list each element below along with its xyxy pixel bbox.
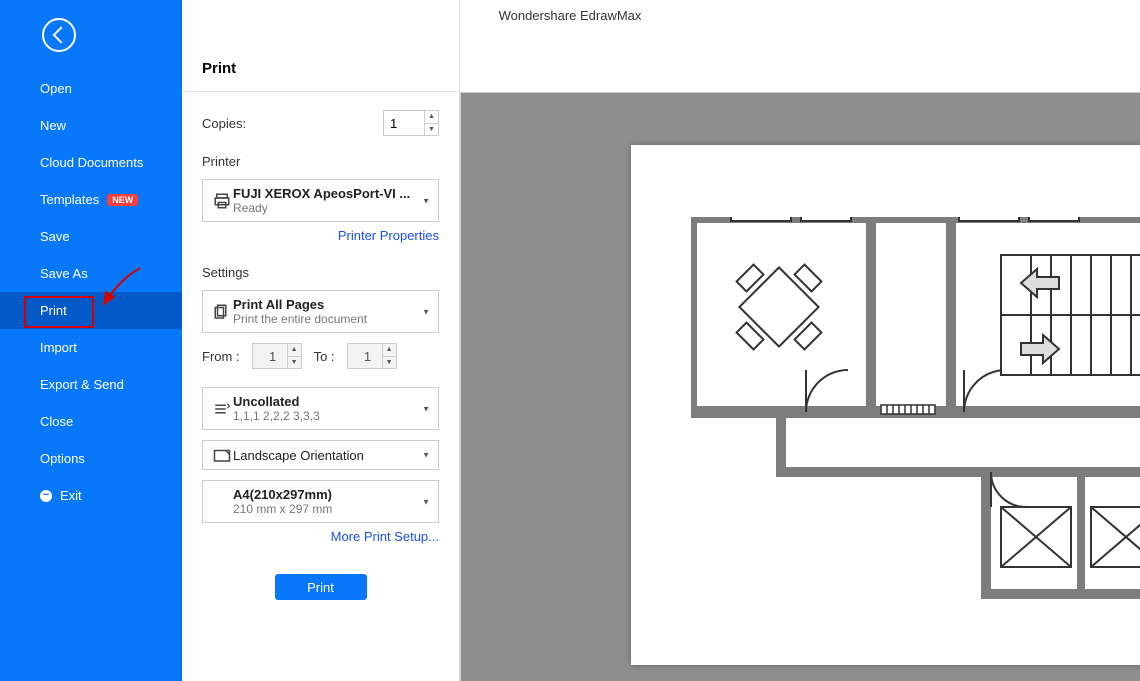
pages-icon xyxy=(211,303,233,321)
sidebar-item-exit[interactable]: −Exit xyxy=(0,477,182,514)
label: New xyxy=(40,118,66,133)
label: Print xyxy=(40,303,67,318)
from-input xyxy=(253,344,287,368)
printer-select[interactable]: FUJI XEROX ApeosPort-VI ... Ready ▼ xyxy=(202,179,439,222)
label: Open xyxy=(40,81,72,96)
pages-title: Print All Pages xyxy=(233,297,430,312)
from-label: From : xyxy=(202,349,240,364)
chevron-down-icon: ▼ xyxy=(422,451,430,460)
orientation-value: Landscape Orientation xyxy=(233,448,430,463)
sidebar-item-print[interactable]: Print xyxy=(0,292,182,329)
sidebar-item-save[interactable]: Save xyxy=(0,218,182,255)
label: Exit xyxy=(60,488,82,503)
print-pages-select[interactable]: Print All Pages Print the entire documen… xyxy=(202,290,439,333)
panel-header: Print xyxy=(182,0,459,92)
label: Save As xyxy=(40,266,88,281)
paper-title: A4(210x297mm) xyxy=(233,487,430,502)
exit-icon: − xyxy=(40,490,52,502)
back-button[interactable] xyxy=(42,18,76,52)
pages-sub: Print the entire document xyxy=(233,312,430,326)
copies-input[interactable] xyxy=(384,111,424,135)
copies-label: Copies: xyxy=(202,116,246,131)
chevron-down-icon: ▼ xyxy=(422,497,430,506)
orientation-select[interactable]: Landscape Orientation ▼ xyxy=(202,440,439,470)
orientation-icon xyxy=(211,447,233,463)
more-print-setup-link[interactable]: More Print Setup... xyxy=(331,529,439,544)
spin-up-icon[interactable]: ▲ xyxy=(383,344,396,357)
printer-status: Ready xyxy=(233,201,430,215)
sidebar-item-new[interactable]: New xyxy=(0,107,182,144)
label: Import xyxy=(40,340,77,355)
to-spinner[interactable]: ▲▼ xyxy=(347,343,397,369)
sidebar-item-import[interactable]: Import xyxy=(0,329,182,366)
collate-icon xyxy=(211,400,233,418)
new-badge: NEW xyxy=(107,194,138,206)
collate-sub: 1,1,1 2,2,2 3,3,3 xyxy=(233,409,430,423)
label: Save xyxy=(40,229,70,244)
panel-title: Print xyxy=(202,60,459,77)
chevron-down-icon: ▼ xyxy=(422,307,430,316)
printer-icon xyxy=(211,192,233,210)
print-settings-panel: Print Copies: ▲▼ Printer FUJI XEROX Apeo… xyxy=(182,0,460,681)
chevron-down-icon: ▼ xyxy=(422,404,430,413)
from-spinner[interactable]: ▲▼ xyxy=(252,343,302,369)
copies-spinner[interactable]: ▲▼ xyxy=(383,110,439,136)
printer-name: FUJI XEROX ApeosPort-VI ... xyxy=(233,186,430,201)
sidebar-item-templates[interactable]: Templates NEW xyxy=(0,181,182,218)
print-button[interactable]: Print xyxy=(275,574,367,600)
print-preview xyxy=(460,92,1140,681)
to-input xyxy=(348,344,382,368)
sidebar-item-options[interactable]: Options xyxy=(0,440,182,477)
collate-select[interactable]: Uncollated 1,1,1 2,2,2 3,3,3 ▼ xyxy=(202,387,439,430)
spin-down-icon[interactable]: ▼ xyxy=(425,124,438,136)
label: Options xyxy=(40,451,85,466)
label: Templates xyxy=(40,192,99,207)
label: Close xyxy=(40,414,73,429)
spin-down-icon[interactable]: ▼ xyxy=(383,357,396,369)
sidebar-item-cloud-documents[interactable]: Cloud Documents xyxy=(0,144,182,181)
sidebar-item-export-send[interactable]: Export & Send xyxy=(0,366,182,403)
chevron-down-icon: ▼ xyxy=(422,196,430,205)
settings-section-label: Settings xyxy=(202,265,439,280)
file-sidebar: Open New Cloud Documents Templates NEW Sa… xyxy=(0,0,182,681)
back-arrow-icon xyxy=(52,27,69,44)
paper-sub: 210 mm x 297 mm xyxy=(233,502,430,516)
spin-up-icon[interactable]: ▲ xyxy=(425,111,438,124)
sidebar-item-close[interactable]: Close xyxy=(0,403,182,440)
to-label: To : xyxy=(314,349,335,364)
spin-up-icon[interactable]: ▲ xyxy=(288,344,301,357)
sidebar-item-open[interactable]: Open xyxy=(0,70,182,107)
floor-plan-drawing xyxy=(691,217,1140,647)
collate-title: Uncollated xyxy=(233,394,430,409)
label: Cloud Documents xyxy=(40,155,143,170)
spin-down-icon[interactable]: ▼ xyxy=(288,357,301,369)
paper-size-select[interactable]: A4(210x297mm) 210 mm x 297 mm ▼ xyxy=(202,480,439,523)
printer-properties-link[interactable]: Printer Properties xyxy=(338,228,439,243)
preview-page xyxy=(631,145,1140,665)
sidebar-item-save-as[interactable]: Save As xyxy=(0,255,182,292)
printer-section-label: Printer xyxy=(202,154,439,169)
label: Export & Send xyxy=(40,377,124,392)
